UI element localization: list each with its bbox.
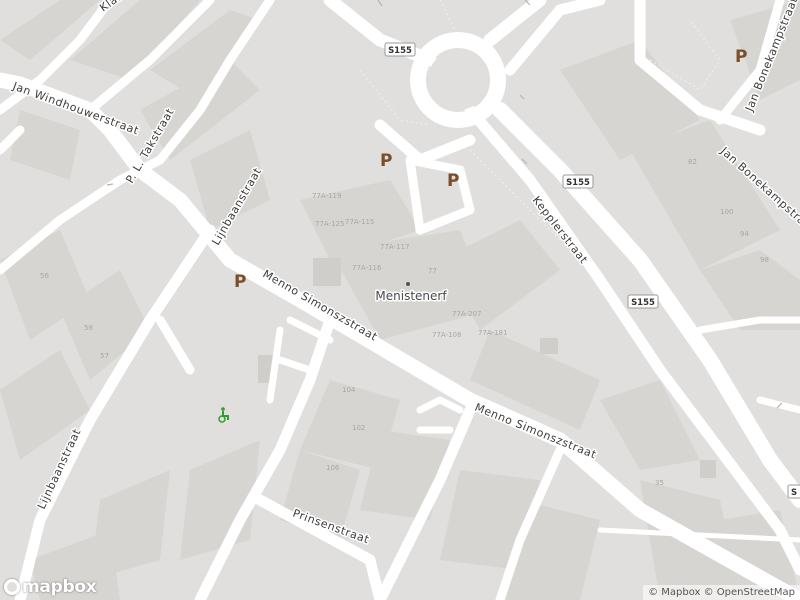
map-canvas[interactable]: Klaas Jan Windhouwerstraat P. L. Takstra… — [0, 0, 800, 600]
svg-text:77A-207: 77A-207 — [452, 310, 481, 318]
svg-text:77A-108: 77A-108 — [432, 331, 461, 339]
svg-text:56: 56 — [40, 272, 49, 280]
svg-text:S155: S155 — [566, 178, 590, 188]
route-shield-s155-c: S155 — [627, 294, 659, 309]
svg-text:77A-115: 77A-115 — [345, 218, 374, 226]
parking-icon[interactable]: P — [735, 47, 747, 67]
mapbox-logo-mark-icon — [4, 579, 20, 595]
attribution-mapbox-link[interactable]: © Mapbox — [648, 587, 700, 598]
svg-text:S: S — [791, 488, 797, 498]
svg-text:104: 104 — [342, 386, 356, 394]
route-shield-s155-b: S155 — [562, 174, 594, 189]
route-shield-s155-d: S — [787, 484, 800, 499]
svg-text:57: 57 — [100, 352, 109, 360]
svg-text:82: 82 — [688, 158, 697, 166]
svg-text:77A-125: 77A-125 — [315, 220, 344, 228]
parking-icon[interactable]: P — [234, 272, 246, 292]
poi-label-menistenerf[interactable]: Menistenerf — [374, 288, 449, 305]
svg-text:35: 35 — [655, 479, 664, 487]
svg-text:98: 98 — [760, 256, 769, 264]
attribution: © Mapbox © OpenStreetMap — [643, 585, 800, 600]
poi-dot[interactable] — [406, 282, 410, 286]
svg-text:106: 106 — [326, 464, 340, 472]
svg-text:77A-181: 77A-181 — [478, 329, 507, 337]
route-shield-s155-a: S155 — [384, 42, 416, 57]
attribution-osm-link[interactable]: © OpenStreetMap — [704, 587, 795, 598]
svg-text:58: 58 — [84, 324, 93, 332]
svg-text:77: 77 — [428, 267, 437, 275]
mapbox-logo-text: mapbox — [22, 577, 97, 597]
svg-text:77A-119: 77A-119 — [312, 192, 341, 200]
svg-text:77A-117: 77A-117 — [380, 243, 409, 251]
svg-text:77A-116: 77A-116 — [352, 264, 382, 272]
svg-text:102: 102 — [352, 424, 365, 432]
parking-icon[interactable]: P — [380, 151, 392, 171]
mapbox-logo[interactable]: mapbox — [4, 577, 97, 597]
svg-text:100: 100 — [720, 208, 733, 216]
svg-text:S155: S155 — [388, 46, 412, 56]
parking-icon[interactable]: P — [447, 171, 459, 191]
svg-text:94: 94 — [740, 230, 749, 238]
svg-text:S155: S155 — [631, 298, 655, 308]
